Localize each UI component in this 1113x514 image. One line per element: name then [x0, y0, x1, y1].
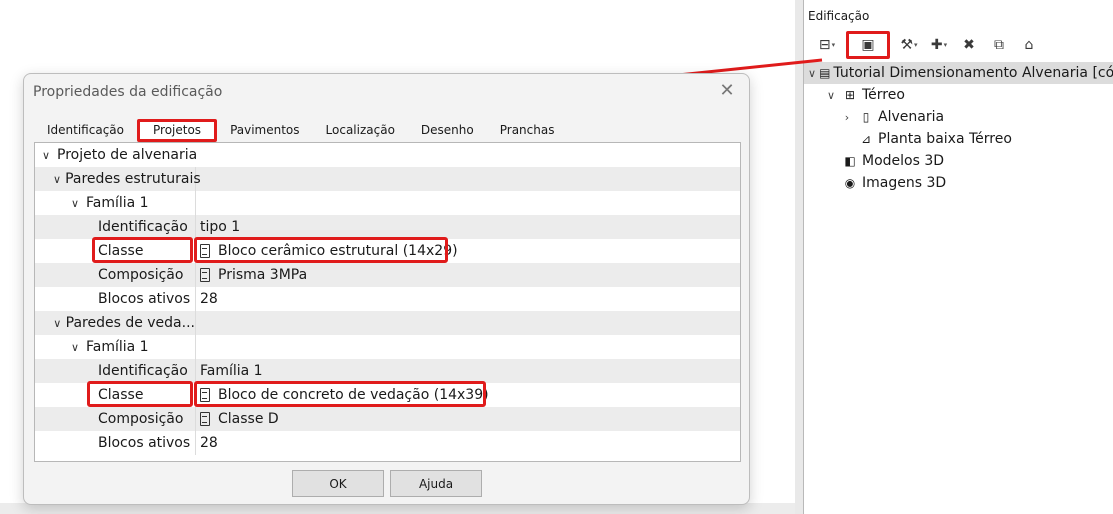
property-label: Classe: [98, 387, 144, 403]
property-label-cell: Composição: [35, 263, 195, 287]
property-label-cell: Classe: [35, 383, 195, 407]
property-value: tipo 1: [200, 219, 241, 235]
property-value-cell[interactable]: [195, 191, 740, 215]
chevron-down-icon[interactable]: ∨: [53, 317, 62, 330]
property-label: Paredes de veda...: [65, 315, 195, 331]
table-row[interactable]: ∨ Família 1: [35, 191, 740, 215]
property-value-cell[interactable]: [195, 311, 740, 335]
properties-table[interactable]: ∨ Projeto de alvenaria ∨ Paredes estruturai…: [34, 142, 741, 462]
property-value-cell[interactable]: Família 1: [195, 359, 740, 383]
tab-pranchas[interactable]: Pranchas: [487, 119, 568, 141]
property-label: Paredes estruturais: [65, 171, 201, 187]
property-label: Identificação: [98, 219, 188, 235]
property-label-cell: Blocos ativos: [35, 287, 195, 311]
property-label: Classe: [98, 243, 144, 259]
property-label: Família 1: [86, 195, 149, 211]
property-value-cell[interactable]: Bloco de concreto de vedação (14x39): [195, 383, 740, 407]
building-properties-dialog: Propriedades da edificação ✕ Identificaç…: [23, 73, 750, 505]
chevron-down-icon[interactable]: ∨: [68, 341, 82, 354]
table-row[interactable]: Identificação Família 1: [35, 359, 740, 383]
property-value: Bloco de concreto de vedação (14x39): [218, 387, 489, 403]
table-row[interactable]: Blocos ativos 28: [35, 431, 740, 455]
help-button[interactable]: Ajuda: [390, 470, 482, 497]
ok-button[interactable]: OK: [292, 470, 384, 497]
property-value-cell[interactable]: Classe D: [195, 407, 740, 431]
property-label: Composição: [98, 411, 184, 427]
property-label: Família 1: [86, 339, 149, 355]
property-value-cell[interactable]: [195, 167, 740, 191]
property-value: Classe D: [218, 411, 279, 427]
dialog-title: Propriedades da edificação: [33, 84, 223, 100]
table-row[interactable]: ∨ Projeto de alvenaria: [35, 143, 740, 167]
chevron-down-icon[interactable]: ∨: [68, 197, 82, 210]
property-label-cell: ∨ Família 1: [35, 191, 195, 215]
property-value-cell[interactable]: Prisma 3MPa: [195, 263, 740, 287]
block-icon: [200, 388, 210, 402]
tab-pavimentos[interactable]: Pavimentos: [217, 119, 312, 141]
block-icon: [200, 412, 210, 426]
property-label-cell: ∨ Paredes estruturais: [35, 167, 201, 191]
property-label-cell: ∨ Paredes de veda...: [35, 311, 195, 335]
property-label: Blocos ativos: [98, 291, 191, 307]
table-row[interactable]: Classe Bloco cerâmico estrutural (14x29): [35, 239, 740, 263]
property-label-cell: Classe: [35, 239, 195, 263]
property-label: Identificação: [98, 363, 188, 379]
property-value: 28: [200, 435, 218, 451]
tab-desenho[interactable]: Desenho: [408, 119, 487, 141]
property-value: Família 1: [200, 363, 263, 379]
property-value: 28: [200, 291, 218, 307]
property-value-cell[interactable]: 28: [195, 287, 740, 311]
chevron-down-icon[interactable]: ∨: [39, 149, 53, 162]
dialog-tabs: Identificação Projetos Pavimentos Localizaç…: [34, 119, 568, 142]
block-icon: [200, 268, 210, 282]
table-row[interactable]: ∨ Paredes de veda...: [35, 311, 740, 335]
property-label-cell: Composição: [35, 407, 195, 431]
table-row[interactable]: Blocos ativos 28: [35, 287, 740, 311]
block-icon: [200, 244, 210, 258]
property-value: Bloco cerâmico estrutural (14x29): [218, 243, 458, 259]
property-value-cell[interactable]: tipo 1: [195, 215, 740, 239]
table-row[interactable]: Composição Classe D: [35, 407, 740, 431]
property-value-cell[interactable]: [195, 335, 740, 359]
property-label: Projeto de alvenaria: [57, 147, 198, 163]
tab-identificacao[interactable]: Identificação: [34, 119, 137, 141]
tab-localizacao[interactable]: Localização: [313, 119, 408, 141]
table-row[interactable]: Composição Prisma 3MPa: [35, 263, 740, 287]
chevron-down-icon[interactable]: ∨: [53, 173, 61, 186]
property-value-cell[interactable]: Bloco cerâmico estrutural (14x29): [195, 239, 740, 263]
property-value-cell[interactable]: 28: [195, 431, 740, 455]
property-label: Blocos ativos: [98, 435, 191, 451]
table-row[interactable]: ∨ Família 1: [35, 335, 740, 359]
table-row[interactable]: Identificação tipo 1: [35, 215, 740, 239]
property-value: Prisma 3MPa: [218, 267, 308, 283]
property-label: Composição: [98, 267, 184, 283]
tab-projetos[interactable]: Projetos: [137, 119, 218, 142]
table-row[interactable]: ∨ Paredes estruturais: [35, 167, 740, 191]
close-icon[interactable]: ✕: [717, 80, 737, 102]
property-label-cell: Identificação: [35, 215, 195, 239]
property-label-cell: Blocos ativos: [35, 431, 195, 455]
table-row[interactable]: Classe Bloco de concreto de vedação (14x3…: [35, 383, 740, 407]
property-label-cell: Identificação: [35, 359, 195, 383]
property-label-cell: ∨ Projeto de alvenaria: [35, 143, 740, 167]
property-label-cell: ∨ Família 1: [35, 335, 195, 359]
